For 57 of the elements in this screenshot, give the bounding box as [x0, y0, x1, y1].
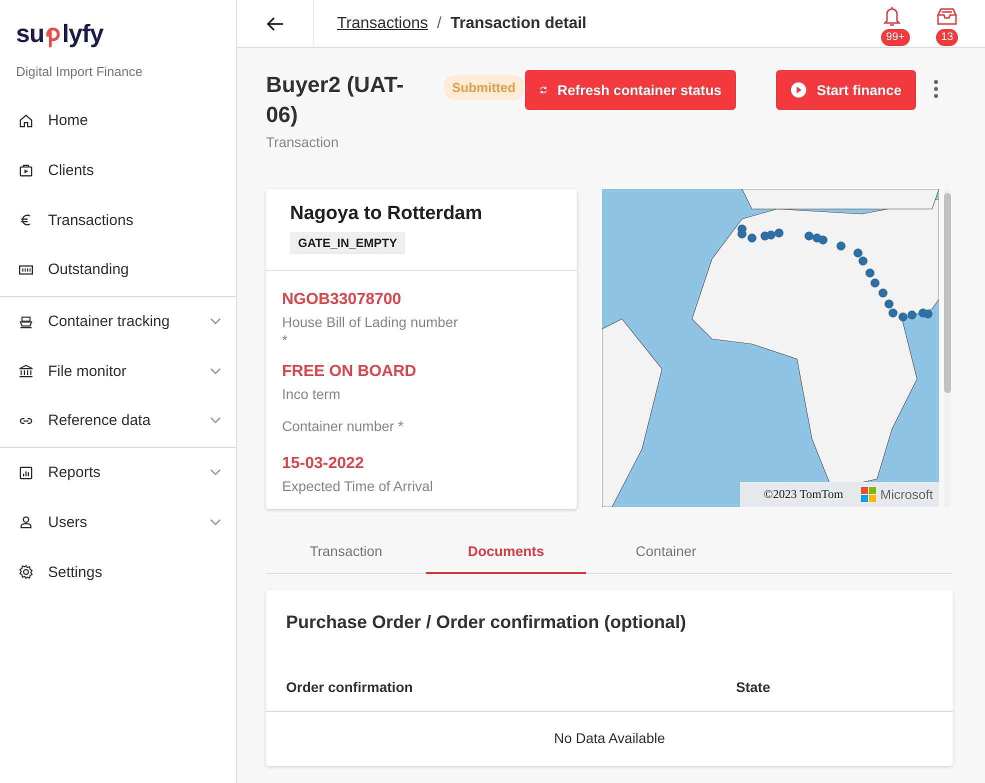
transaction-title: Buyer2 (UAT-06) — [266, 71, 405, 129]
bank-icon — [18, 363, 34, 380]
sidebar-item[interactable]: Outstanding — [0, 245, 236, 295]
four-squares-logo-icon — [861, 487, 876, 502]
video-folder-icon — [18, 162, 34, 179]
sidebar-item[interactable]: Reference data — [0, 396, 236, 446]
bar-chart-icon — [18, 464, 34, 481]
logo-text: lyfy — [62, 20, 104, 48]
field-label: Expected Time of Arrival — [282, 477, 434, 495]
start-finance-button[interactable]: Start finance — [776, 70, 916, 110]
inbox-button[interactable]: 13 — [930, 4, 964, 48]
breadcrumb-current: Transaction detail — [450, 14, 586, 32]
sidebar-item[interactable]: Home — [0, 96, 236, 146]
breadcrumb-separator: / — [437, 14, 442, 32]
status-badge: Submitted — [444, 75, 524, 100]
count-badge: 99+ — [881, 28, 910, 46]
count-badge: 13 — [936, 28, 958, 46]
sidebar-item[interactable]: Users — [0, 498, 236, 548]
app-tagline: Digital Import Finance — [15, 63, 144, 81]
tab[interactable]: Transaction — [266, 530, 426, 574]
notifications-button[interactable]: 99+ — [875, 4, 909, 48]
field-value: FREE ON BOARD — [282, 363, 418, 381]
scrollbar-thumb[interactable] — [944, 193, 951, 393]
sidebar-item[interactable]: Clients — [0, 146, 236, 196]
route-title: Nagoya to Rotterdam — [290, 203, 484, 225]
user-icon — [18, 514, 34, 530]
bell-icon — [881, 4, 903, 26]
event-tag: GATE_IN_EMPTY — [290, 232, 406, 254]
play-icon — [790, 81, 807, 99]
breadcrumb-link[interactable]: Transactions — [337, 14, 428, 32]
house-icon — [18, 112, 34, 129]
field-label: Container number * — [282, 417, 404, 435]
tab[interactable]: Documents — [426, 530, 586, 574]
sidebar-item[interactable]: Transactions — [0, 195, 236, 246]
section-title: Purchase Order / Order confirmation (optional) — [285, 611, 688, 634]
settings-icon — [18, 564, 34, 580]
field-label: House Bill of Lading number * — [282, 313, 459, 349]
sidebar-item[interactable]: File monitor — [0, 346, 236, 396]
refresh-button[interactable]: Refresh container status — [524, 70, 736, 110]
field-value: 15-03-2022 — [282, 455, 365, 473]
empty-message: No Data Available — [552, 729, 666, 748]
copyright-text: ©2023 TomTom — [764, 487, 844, 502]
sidebar-item[interactable]: Container tracking — [0, 296, 236, 346]
sidebar-item[interactable]: Reports — [0, 448, 236, 498]
transaction-subtitle: Transaction — [266, 134, 340, 150]
sidebar-item[interactable]: Settings — [0, 547, 236, 597]
column-header: Order confirmation — [286, 679, 414, 695]
column-header: State — [736, 679, 770, 695]
logo-text: su — [16, 20, 44, 48]
field-value: NGOB33078700 — [282, 291, 402, 309]
field-label: Inco term — [282, 385, 342, 403]
logo-mark-icon — [45, 25, 62, 49]
tab[interactable]: Container — [586, 530, 746, 574]
more-vertical-icon — [934, 80, 938, 98]
ship-icon — [18, 314, 34, 330]
arrow-left-icon — [266, 14, 284, 32]
provider-text: Microsoft — [880, 487, 933, 502]
